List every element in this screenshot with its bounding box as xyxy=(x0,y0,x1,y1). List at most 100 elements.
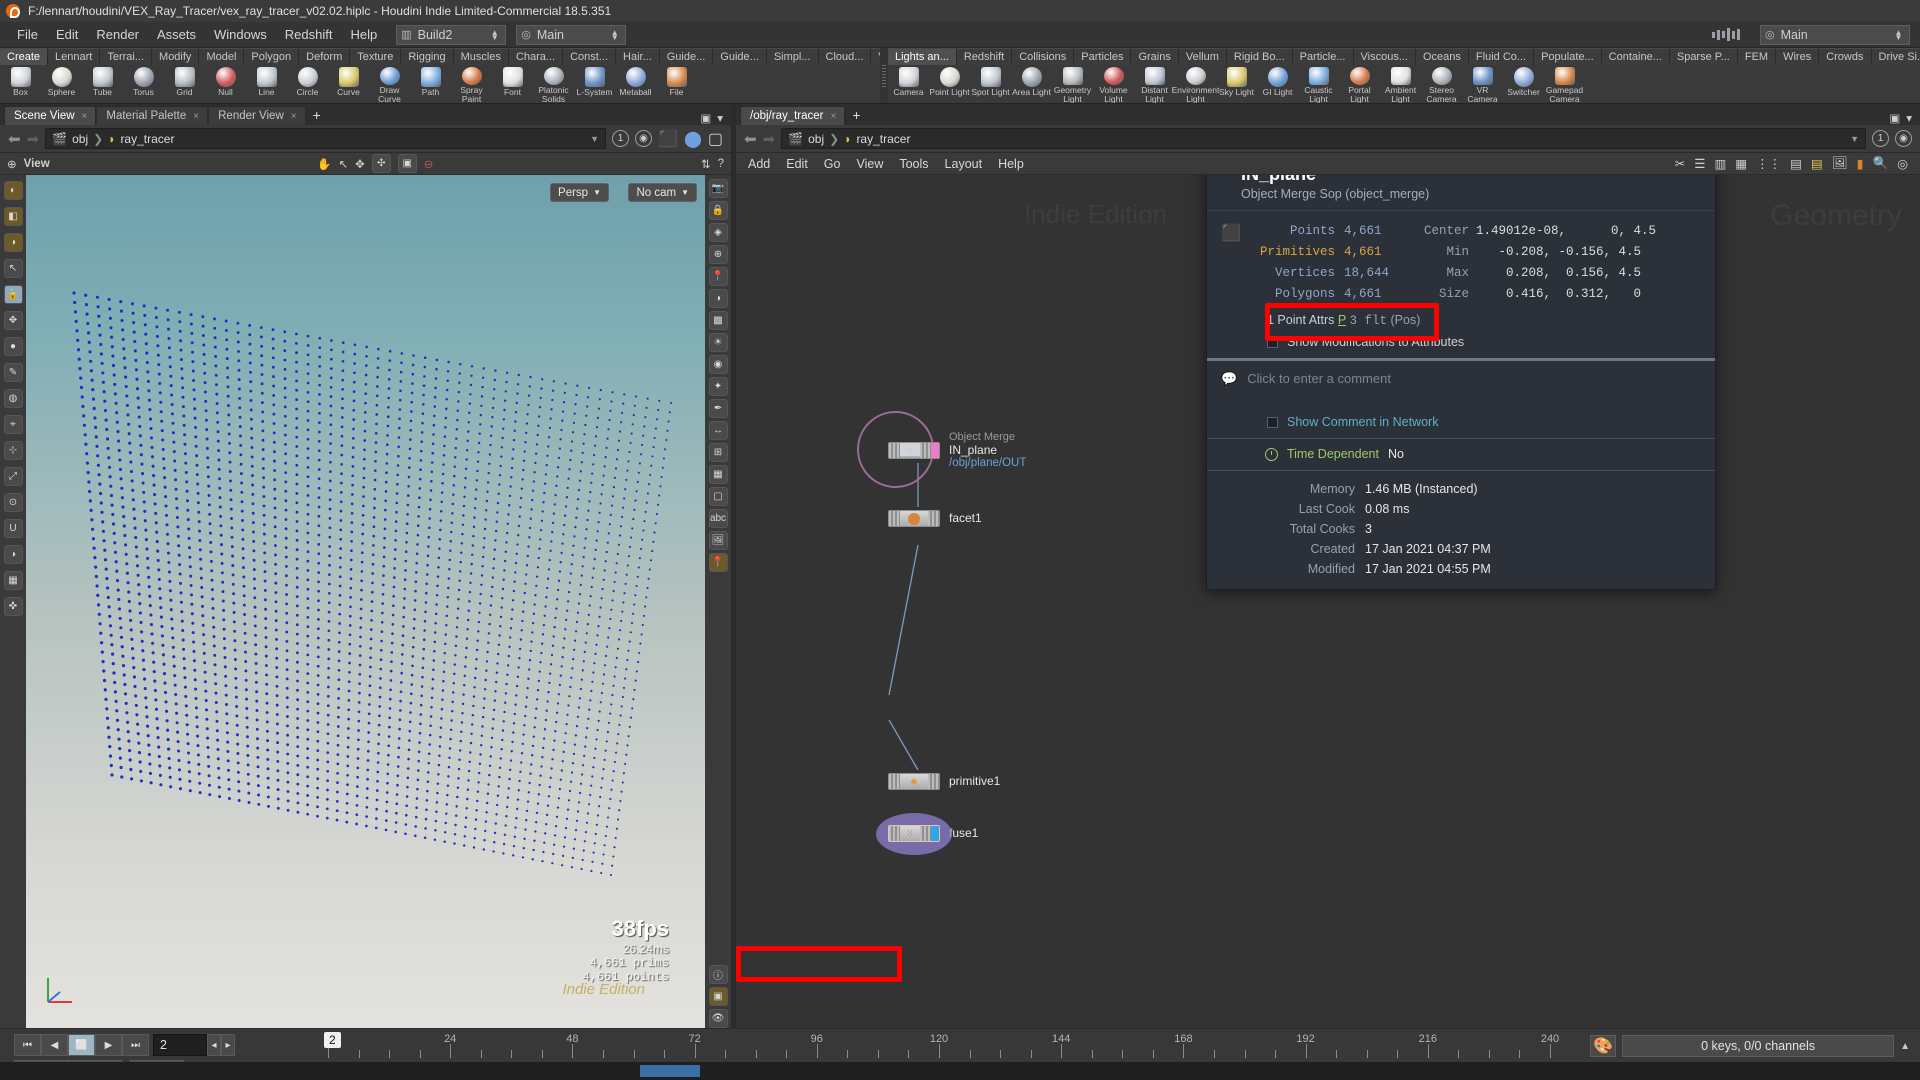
network-menu-view[interactable]: View xyxy=(856,157,883,171)
shelf-tab-populate[interactable]: Populate... xyxy=(1534,48,1602,65)
handle-tool-icon[interactable]: ✋ xyxy=(317,157,331,171)
measure-icon[interactable]: ⤢ xyxy=(3,467,23,486)
lock-select-icon[interactable]: 🔒 xyxy=(3,285,23,304)
viewport-3d[interactable]: Persp ▼ No cam ▼ Indie Edition 38fps 26.… xyxy=(26,175,705,1028)
node-fuse1-display-flag[interactable] xyxy=(931,826,939,841)
node-primitive1-body[interactable]: ◆ xyxy=(888,773,940,790)
shelf-tool-stereo-camera[interactable]: Stereo Camera xyxy=(1421,65,1462,103)
channels-expand-icon[interactable]: ▲ xyxy=(1900,1041,1910,1052)
shelf-tool-platonic-solids[interactable]: Platonic Solids xyxy=(533,65,574,103)
jump-start-button[interactable]: ⏮ xyxy=(14,1034,41,1056)
tab-network-editor[interactable]: /obj/ray_tracer × xyxy=(740,106,846,126)
shelf-tab-muscles[interactable]: Muscles xyxy=(453,48,509,65)
show-comment-row[interactable]: Show Comment in Network xyxy=(1207,393,1715,438)
menu-item-redshift[interactable]: Redshift xyxy=(276,22,342,48)
shelf-tool-box[interactable]: Box xyxy=(0,65,41,103)
shelf-tab-guide[interactable]: Guide... xyxy=(659,48,714,65)
network-dots-icon[interactable]: ⋮⋮ xyxy=(1756,156,1781,171)
light-visibility-icon[interactable]: ⬤ xyxy=(684,129,702,149)
viewport-display-icon[interactable]: ◈ xyxy=(708,223,728,242)
shelf-tab-model[interactable]: Model xyxy=(199,48,245,65)
node-facet1[interactable]: facet1 xyxy=(888,510,982,527)
global-layout-spinner-icon[interactable]: ▲ ▼ xyxy=(1892,28,1905,41)
shelf-tool-circle[interactable]: Circle xyxy=(287,65,328,103)
shelf-tab-collisions[interactable]: Collisions xyxy=(1012,48,1075,65)
shelf-tool-area-light[interactable]: Area Light xyxy=(1011,65,1052,103)
layout-selector[interactable]: ◎ Main ▲ ▼ xyxy=(516,24,627,45)
viewport-pen-icon[interactable]: ✒ xyxy=(708,399,728,418)
network-search-icon[interactable]: 🔍 xyxy=(1873,156,1889,171)
shelf-tab-containe[interactable]: Containe... xyxy=(1601,48,1670,65)
comment-field[interactable]: 💬 Click to enter a comment xyxy=(1207,361,1715,393)
tab-scene-view-close-icon[interactable]: × xyxy=(82,107,88,126)
network-list-icon[interactable]: ☰ xyxy=(1694,156,1705,171)
tab-render-view[interactable]: Render View × xyxy=(208,106,306,125)
shelf-tab-crowds[interactable]: Crowds xyxy=(1819,48,1872,65)
shelf-tab-lennart[interactable]: Lennart xyxy=(48,48,101,65)
step-forward-button[interactable]: ▸ xyxy=(221,1034,235,1056)
viewport-cube-icon[interactable]: ▢ xyxy=(708,487,728,506)
tab-network-editor-close-icon[interactable]: × xyxy=(831,107,837,126)
show-comment-checkbox[interactable] xyxy=(1267,416,1278,428)
menu-item-assets[interactable]: Assets xyxy=(148,22,205,48)
shelf-tool-file[interactable]: File xyxy=(656,65,697,103)
display-options-badge[interactable]: 1 xyxy=(612,130,630,147)
viewport-help-icon[interactable]: ? xyxy=(718,158,724,170)
tab-material-palette-close-icon[interactable]: × xyxy=(193,107,199,126)
global-layout-selector[interactable]: ◎ Main ▲ ▼ xyxy=(1760,24,1910,45)
nav-back-icon[interactable]: ⬅ xyxy=(8,130,21,148)
shelf-tool-caustic-light[interactable]: Caustic Light xyxy=(1298,65,1339,103)
viewport-layout-icon[interactable]: ⇅ xyxy=(701,157,711,171)
shelf-tab-wires[interactable]: Wires xyxy=(1776,48,1820,65)
shelf-tab-polygon[interactable]: Polygon xyxy=(244,48,300,65)
snap-icon[interactable]: ⊙ xyxy=(3,493,23,512)
layout-spinner-icon[interactable]: ▲ ▼ xyxy=(608,28,621,41)
timeline-playhead[interactable]: 2 xyxy=(324,1032,341,1048)
shelf-tool-curve[interactable]: Curve xyxy=(328,65,369,103)
shelf-tab-texture[interactable]: Texture xyxy=(350,48,402,65)
magnet-icon[interactable]: U xyxy=(3,519,23,538)
viewport-ruler-icon[interactable]: ↔ xyxy=(708,421,728,440)
network-scissors-icon[interactable]: ✂ xyxy=(1675,156,1685,171)
shelf-tool-sphere[interactable]: Sphere xyxy=(41,65,82,103)
network-canvas[interactable]: Indie Edition Geometry ▣ Object Merge IN… xyxy=(736,175,1920,1028)
play-forward-button[interactable]: ▶ xyxy=(95,1034,122,1056)
shelf-tool-portal-light[interactable]: Portal Light xyxy=(1339,65,1380,103)
viewport-highquality-icon[interactable]: ✦ xyxy=(708,377,728,396)
viewport-light-icon[interactable]: ☀ xyxy=(708,333,728,352)
shelf-tab-fluid-co[interactable]: Fluid Co... xyxy=(1468,48,1535,65)
network-path-dropdown-icon[interactable]: ▼ xyxy=(1850,134,1859,144)
shelf-tab-guide[interactable]: Guide... xyxy=(713,48,767,65)
viewport-pivot-icon[interactable]: ✣ xyxy=(371,154,391,173)
shelf-tab-fem[interactable]: FEM xyxy=(1737,48,1777,65)
play-backwards-button[interactable]: ◀ xyxy=(41,1034,68,1056)
network-menu-go[interactable]: Go xyxy=(824,157,841,171)
shelf-tab-sparse-p[interactable]: Sparse P... xyxy=(1669,48,1738,65)
arrow-select-icon[interactable]: ↖ xyxy=(3,259,23,278)
view-tool-icon[interactable]: ◐ xyxy=(3,181,23,200)
shelf-tool-spot-light[interactable]: Spot Light xyxy=(970,65,1011,103)
show-modifications-row[interactable]: Show Modifications to Attributes xyxy=(1207,331,1715,358)
menu-item-windows[interactable]: Windows xyxy=(205,22,276,48)
menu-item-edit[interactable]: Edit xyxy=(47,22,87,48)
geometry-visibility-icon[interactable]: ⬛ xyxy=(658,129,678,149)
soft-select-icon[interactable]: ◍ xyxy=(3,389,23,408)
current-frame-field[interactable]: 2 xyxy=(153,1034,207,1056)
desktop-spinner-icon[interactable]: ▲ ▼ xyxy=(488,28,501,41)
shelf-tool-ambient-light[interactable]: Ambient Light xyxy=(1380,65,1421,103)
shelf-tool-draw-curve[interactable]: Draw Curve xyxy=(369,65,410,103)
network-menu-edit[interactable]: Edit xyxy=(786,157,808,171)
stop-button[interactable]: ⬜ xyxy=(68,1034,95,1056)
shelf-tab-drive-si[interactable]: Drive Si... xyxy=(1871,48,1920,65)
shelf-tab-particles[interactable]: Particles xyxy=(1074,48,1132,65)
select-mode-icon[interactable]: ◧ xyxy=(3,207,23,226)
viewport-text-icon[interactable]: abc xyxy=(708,509,728,528)
viewport-zoom-icon[interactable]: ⊕ xyxy=(708,245,728,264)
path-dropdown-icon[interactable]: ▼ xyxy=(590,134,599,144)
move-tool-icon[interactable]: ✥ xyxy=(355,157,365,171)
paint-mode-icon[interactable]: ◑ xyxy=(3,233,23,252)
menu-item-render[interactable]: Render xyxy=(87,22,148,48)
timeline-ruler[interactable]: 24 48 72 96 120 144 168 192 216 240 2 xyxy=(236,1032,1590,1058)
node-in-plane[interactable]: ▣ Object Merge IN_plane /obj/plane/OUT xyxy=(857,411,1026,488)
taskbar-item[interactable] xyxy=(640,1065,700,1077)
